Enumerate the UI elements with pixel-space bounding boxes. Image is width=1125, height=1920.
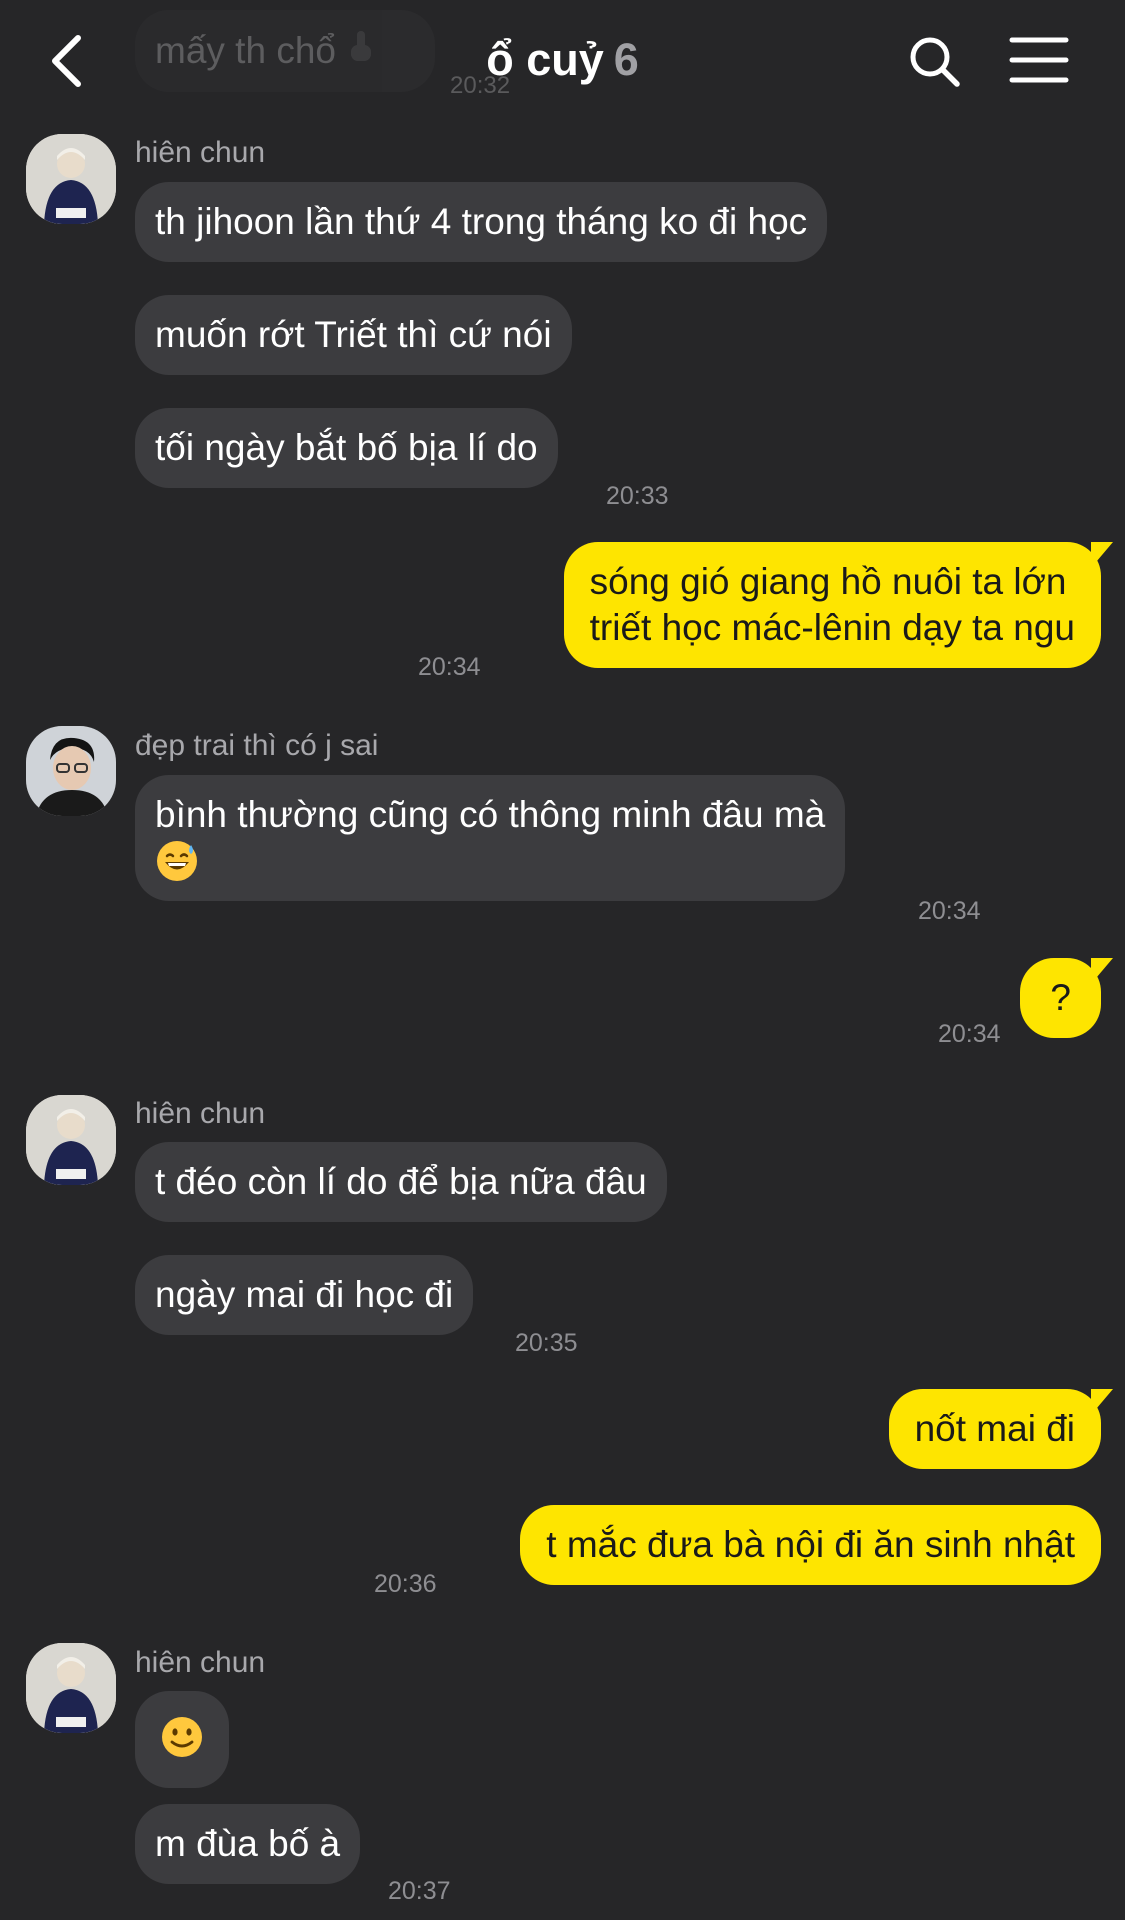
avatar-photo — [26, 134, 116, 224]
message-line: bình thường cũng có thông minh đâu mà — [155, 794, 826, 835]
chat-screen: mấy th chổ 20:32 ổ cuỷ 6 hiên chun th ji… — [0, 0, 1125, 1920]
search-icon — [910, 37, 960, 87]
avatar-photo — [26, 1095, 116, 1185]
chat-room-name: ổ cuỷ — [486, 34, 604, 85]
member-count: 6 — [613, 34, 639, 85]
avatar-photo — [26, 1643, 116, 1733]
message-bubble-incoming[interactable]: t đéo còn lí do để bịa nữa đâu — [135, 1142, 667, 1222]
message-time: 20:35 — [515, 1329, 578, 1357]
message-time: 20:34 — [918, 897, 981, 925]
sender-name: hiên chun — [135, 1646, 266, 1679]
hamburger-menu-icon — [1009, 37, 1069, 83]
message-bubble-incoming[interactable]: muốn rớt Triết thì cứ nói — [135, 295, 572, 375]
search-button[interactable] — [905, 32, 965, 92]
message-time: 20:37 — [388, 1877, 451, 1905]
avatar-dep-trai[interactable] — [26, 726, 116, 816]
sender-name: hiên chun — [135, 1097, 266, 1130]
avatar-hien-chun[interactable] — [26, 1095, 116, 1185]
message-time: 20:33 — [606, 482, 669, 510]
message-bubble-incoming[interactable]: th jihoon lần thứ 4 trong tháng ko đi họ… — [135, 182, 828, 262]
chat-header: mấy th chổ 20:32 ổ cuỷ 6 — [0, 0, 1125, 125]
message-bubble-outgoing[interactable]: sóng gió giang hồ nuôi ta lớn triết học … — [563, 542, 1114, 668]
message-time: 20:34 — [418, 653, 481, 681]
message-bubble-incoming[interactable]: tối ngày bắt bố bịa lí do — [135, 408, 558, 488]
message-bubble-incoming[interactable] — [135, 1691, 229, 1788]
sender-name: hiên chun — [135, 136, 266, 169]
message-bubble-outgoing[interactable]: ? — [1020, 958, 1113, 1038]
avatar-photo — [26, 726, 116, 816]
message-line: sóng gió giang hồ nuôi ta lớn — [589, 561, 1067, 602]
sender-name: đẹp trai thì có j sai — [135, 729, 379, 762]
message-bubble-incoming[interactable]: m đùa bố à — [135, 1804, 361, 1884]
menu-button[interactable] — [1008, 34, 1070, 86]
message-bubble-outgoing[interactable]: nốt mai đi — [888, 1389, 1114, 1469]
slightly-smiling-emoji-icon — [160, 1717, 204, 1767]
message-bubble-incoming[interactable]: bình thường cũng có thông minh đâu mà — [135, 775, 846, 901]
avatar-hien-chun[interactable] — [26, 134, 116, 224]
message-line: triết học mác-lênin dạy ta ngu — [589, 607, 1075, 648]
grinning-sweat-emoji-icon — [155, 838, 825, 884]
message-bubble-incoming[interactable]: ngày mai đi học đi — [135, 1255, 474, 1335]
message-bubble-outgoing[interactable]: t mắc đưa bà nội đi ăn sinh nhật — [520, 1505, 1101, 1585]
message-time: 20:34 — [938, 1020, 1001, 1048]
avatar-hien-chun[interactable] — [26, 1643, 116, 1733]
message-time: 20:36 — [374, 1570, 437, 1598]
